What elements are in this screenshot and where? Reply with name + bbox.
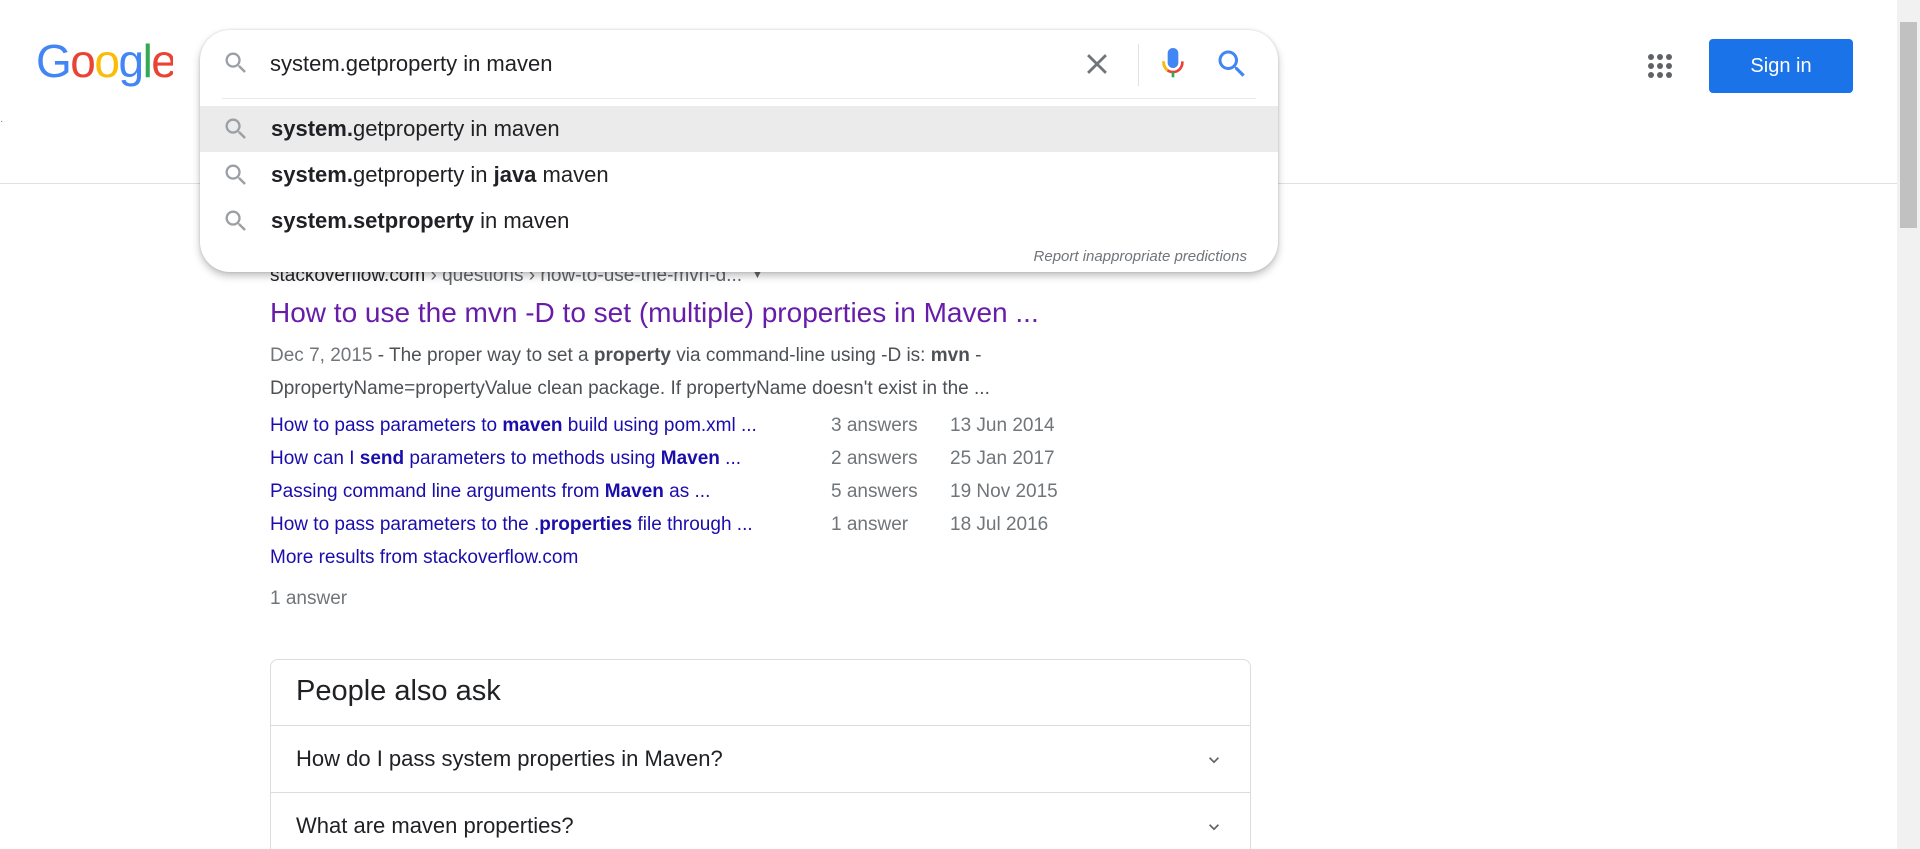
google-search-page: Google · Sign in stackoverflow.com › que… <box>0 0 1920 849</box>
text-span: How to pass parameters to the . <box>270 514 540 535</box>
text-span: getproperty in maven <box>352 116 560 141</box>
bold-text: system. <box>271 162 353 187</box>
google-apps-button[interactable] <box>1644 50 1676 82</box>
sitelinks-table: How to pass parameters to maven build us… <box>270 409 1150 541</box>
sitelink-answers: 1 answer <box>831 514 909 535</box>
more-results-link[interactable]: More results from stackoverflow.com <box>270 541 1170 574</box>
sitelink[interactable]: How to pass parameters to the .propertie… <box>270 508 831 541</box>
text-span: build using pom.xml ... <box>562 415 757 436</box>
search-icon <box>225 52 246 73</box>
answer-count: 1 answer <box>270 588 348 609</box>
sitelink-date: 13 Jun 2014 <box>950 415 1055 436</box>
search-input[interactable] <box>270 44 1070 84</box>
text-span: maven <box>536 162 609 187</box>
mic-icon[interactable] <box>1156 44 1190 84</box>
text-span: - The proper way to set a <box>372 345 594 366</box>
paa-question[interactable]: What are maven properties? <box>271 792 1250 849</box>
sitelink[interactable]: How to pass parameters to maven build us… <box>270 409 831 442</box>
text-span: file through ... <box>632 514 753 535</box>
bold-text: properties <box>539 514 633 535</box>
bold-text: system. <box>271 116 353 141</box>
report-predictions-link[interactable]: Report inappropriate predictions <box>1034 248 1247 265</box>
paa-question-text: What are maven properties? <box>296 813 574 838</box>
sitelink-row: How can I send parameters to methods usi… <box>270 442 1150 475</box>
paa-question[interactable]: How do I pass system properties in Maven… <box>271 725 1250 792</box>
bold-text: mvn <box>930 345 970 366</box>
text-span: in maven <box>473 208 570 233</box>
search-icon <box>225 210 246 231</box>
search-box: system.getproperty in maven system.getpro… <box>200 30 1278 272</box>
sign-in-button[interactable]: Sign in <box>1709 39 1853 93</box>
sitelink-answers: 5 answers <box>831 481 918 502</box>
people-also-ask: People also ask How do I pass system pro… <box>270 659 1251 849</box>
suggestion-text: system.getproperty in java maven <box>271 162 609 188</box>
sitelink-answers: 3 answers <box>831 415 918 436</box>
scrollbar[interactable] <box>1897 0 1920 849</box>
suggestion-text: system.setproperty in maven <box>271 208 569 234</box>
suggestions-divider <box>222 98 1256 99</box>
sitelink-row: How to pass parameters to maven build us… <box>270 409 1150 442</box>
sitelink-row: How to pass parameters to the .propertie… <box>270 508 1150 541</box>
sitelink-date: 18 Jul 2016 <box>950 514 1049 535</box>
sitelink-answers: 2 answers <box>831 448 918 469</box>
search-result: stackoverflow.com › questions › how-to-u… <box>270 258 1170 615</box>
chevron-down-icon <box>1209 824 1219 831</box>
search-icon <box>225 164 246 185</box>
search-box-divider <box>1138 44 1139 86</box>
chevron-down-icon <box>1209 757 1219 764</box>
text-span: getproperty in <box>352 162 494 187</box>
clear-icon[interactable] <box>1080 47 1114 81</box>
bold-text: Maven <box>604 481 664 502</box>
result-snippet: Dec 7, 2015 - The proper way to set a pr… <box>270 339 1100 405</box>
text-span: parameters to methods using <box>404 448 661 469</box>
sitelink-date: 25 Jan 2017 <box>950 448 1055 469</box>
suggestion-item[interactable]: system.getproperty in maven <box>200 106 1278 152</box>
suggestions-list: system.getproperty in maven system.getpro… <box>200 106 1278 244</box>
sitelink[interactable]: Passing command line arguments from Mave… <box>270 475 831 508</box>
apps-grid-icon <box>1648 54 1654 60</box>
search-submit-icon[interactable] <box>1214 46 1250 82</box>
result-title-link[interactable]: How to use the mvn -D to set (multiple) … <box>270 293 1170 333</box>
google-logo[interactable]: Google <box>36 38 173 88</box>
bold-text: Maven <box>660 448 720 469</box>
suggestion-text: system.getproperty in maven <box>271 116 560 142</box>
scrollbar-thumb[interactable] <box>1900 22 1917 228</box>
text-span: Passing command line arguments from <box>270 481 605 502</box>
left-edge-mark: · <box>0 116 4 127</box>
sitelink-date: 19 Nov 2015 <box>950 481 1058 502</box>
bold-text: maven <box>502 415 563 436</box>
result-date: Dec 7, 2015 <box>270 345 373 366</box>
paa-question-text: How do I pass system properties in Maven… <box>296 746 723 771</box>
suggestion-item[interactable]: system.getproperty in java maven <box>200 152 1278 198</box>
svg-text:Google: Google <box>36 38 173 87</box>
sitelink-row: Passing command line arguments from Mave… <box>270 475 1150 508</box>
text-span: as ... <box>663 481 711 502</box>
search-icon <box>225 118 246 139</box>
sitelink[interactable]: How can I send parameters to methods usi… <box>270 442 831 475</box>
text-span: via command-line using -D is: <box>670 345 931 366</box>
people-also-ask-heading: People also ask <box>296 675 501 707</box>
text-span: How to pass parameters to <box>270 415 503 436</box>
bold-text: system.setproperty <box>271 208 474 233</box>
bold-text: property <box>593 345 671 366</box>
snippet-text: - The proper way to set a property via c… <box>270 345 990 399</box>
bold-text: send <box>359 448 405 469</box>
text-span: How can I <box>270 448 360 469</box>
text-span: ... <box>719 448 742 469</box>
bold-text: java <box>493 162 537 187</box>
suggestion-item[interactable]: system.setproperty in maven <box>200 198 1278 244</box>
